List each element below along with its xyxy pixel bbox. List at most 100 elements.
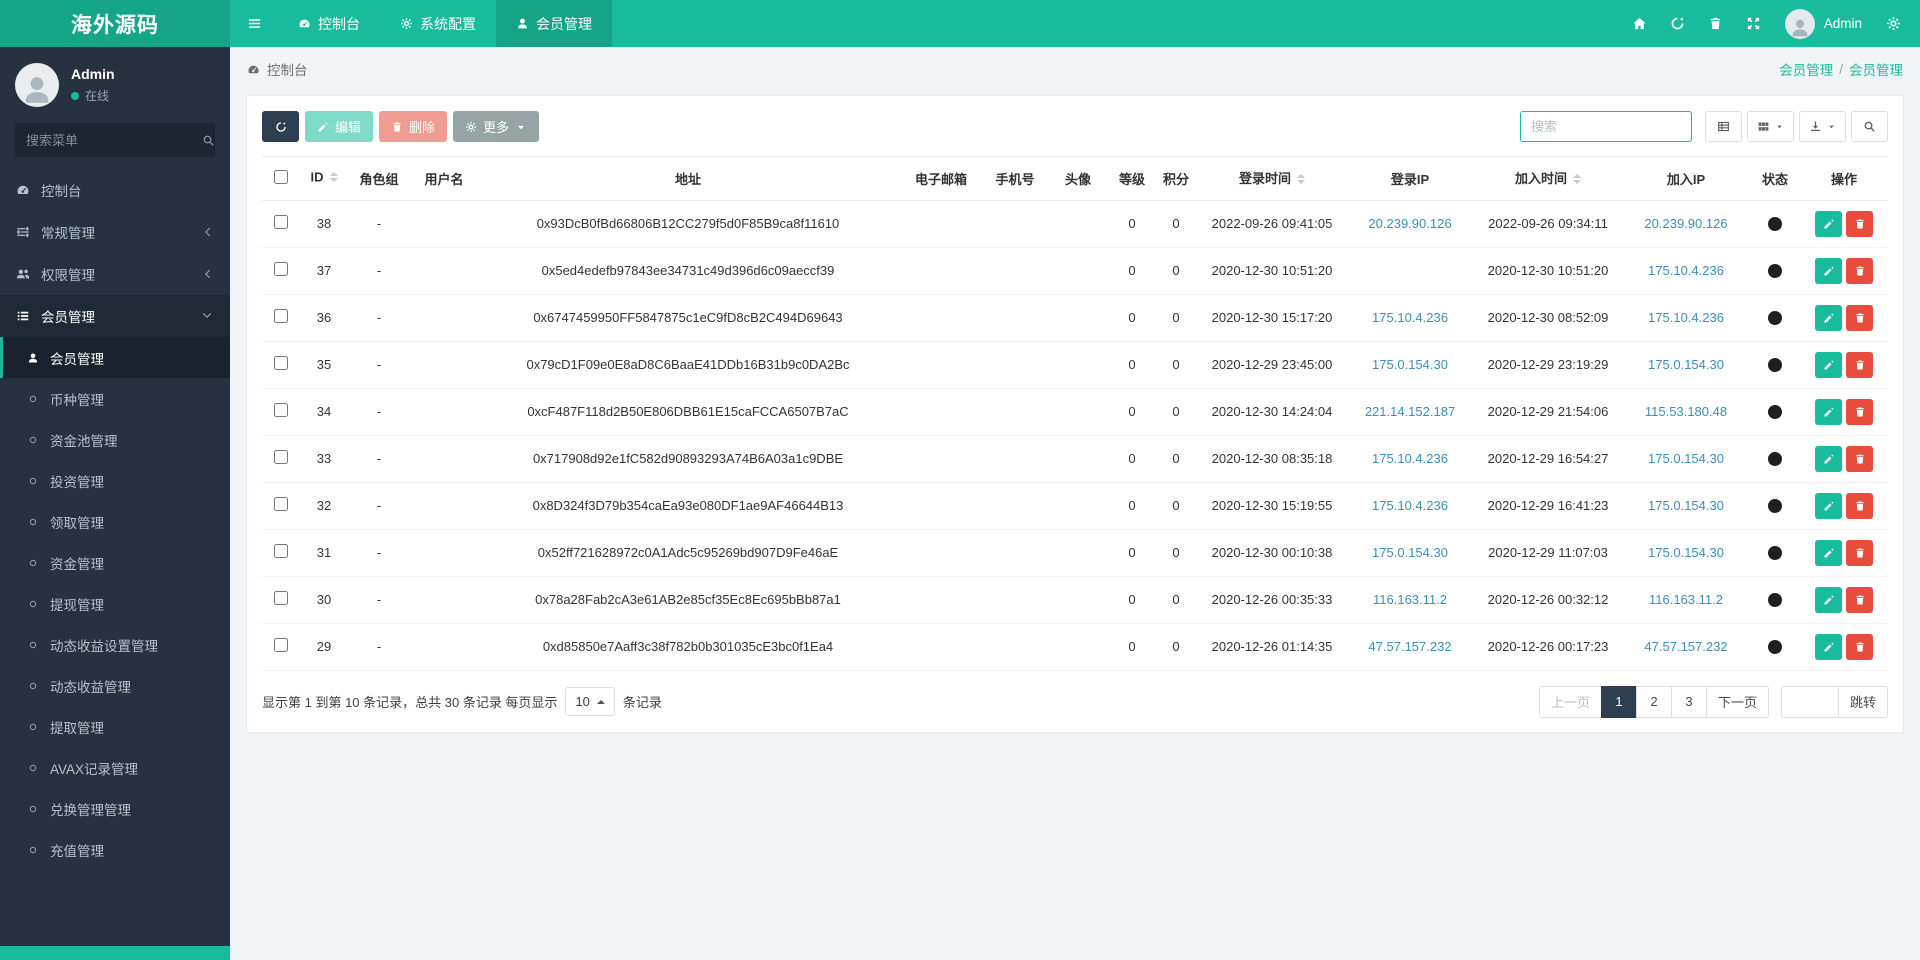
edit-button[interactable]: 编辑 [305, 111, 373, 142]
topnav-item-1[interactable]: 控制台 [278, 0, 380, 47]
column-header-login_time[interactable]: 登录时间 [1198, 157, 1346, 201]
admin-menu[interactable]: Admin [1773, 9, 1874, 39]
topnav-item-2[interactable]: 系统配置 [380, 0, 496, 47]
row-edit-button[interactable] [1815, 493, 1842, 519]
cell-login_ip-link[interactable]: 175.10.4.236 [1372, 498, 1448, 513]
cell-login_ip-link[interactable]: 175.0.154.30 [1372, 545, 1448, 560]
cell-join_ip-link[interactable]: 116.163.11.2 [1649, 592, 1723, 607]
sidebar-subitem-8[interactable]: 动态收益设置管理 [0, 624, 230, 665]
column-header-level[interactable]: 等级 [1110, 157, 1154, 201]
cell-login_ip-link[interactable]: 175.0.154.30 [1372, 357, 1448, 372]
nav-home-button[interactable] [1621, 0, 1659, 47]
refresh-button[interactable] [262, 111, 299, 142]
status-toggle[interactable] [1768, 405, 1782, 419]
row-delete-button[interactable] [1846, 305, 1873, 331]
row-delete-button[interactable] [1846, 493, 1873, 519]
row-checkbox[interactable] [274, 262, 288, 276]
status-toggle[interactable] [1768, 217, 1782, 231]
status-toggle[interactable] [1768, 546, 1782, 560]
column-header-phone[interactable]: 手机号 [984, 157, 1046, 201]
delete-button[interactable]: 删除 [379, 111, 447, 142]
row-edit-button[interactable] [1815, 211, 1842, 237]
cell-join_ip-link[interactable]: 47.57.157.232 [1644, 639, 1727, 654]
pagination-page-3[interactable]: 3 [1671, 686, 1707, 718]
row-delete-button[interactable] [1846, 540, 1873, 566]
cell-login_ip-link[interactable]: 116.163.11.2 [1373, 592, 1447, 607]
cell-join_ip-link[interactable]: 175.10.4.236 [1648, 263, 1724, 278]
page-size-select[interactable]: 10 [565, 687, 614, 716]
status-toggle[interactable] [1768, 593, 1782, 607]
row-checkbox[interactable] [274, 544, 288, 558]
table-row[interactable]: 31-0x52ff721628972c0A1Adc5c95269bd907D9F… [262, 529, 1888, 576]
column-header-username[interactable]: 用户名 [410, 157, 478, 201]
toggle-view-button[interactable] [1705, 111, 1742, 142]
column-header-login_ip[interactable]: 登录IP [1346, 157, 1474, 201]
table-row[interactable]: 30-0x78a28Fab2cA3e61AB2e85cf35Ec8Ec695bB… [262, 576, 1888, 623]
sidebar-subitem-3[interactable]: 资金池管理 [0, 419, 230, 460]
table-row[interactable]: 33-0x717908d92e1fC582d90893293A74B6A03a1… [262, 435, 1888, 482]
pagination-page-2[interactable]: 2 [1636, 686, 1672, 718]
cell-login_ip-link[interactable]: 175.10.4.236 [1372, 310, 1448, 325]
column-header-role[interactable]: 角色组 [348, 157, 410, 201]
column-header-email[interactable]: 电子邮箱 [898, 157, 984, 201]
topnav-item-3[interactable]: 会员管理 [496, 0, 612, 47]
row-checkbox[interactable] [274, 403, 288, 417]
row-checkbox[interactable] [274, 497, 288, 511]
row-checkbox[interactable] [274, 450, 288, 464]
row-edit-button[interactable] [1815, 587, 1842, 613]
column-header-ops[interactable]: 操作 [1800, 157, 1888, 201]
cell-join_ip-link[interactable]: 115.53.180.48 [1645, 404, 1727, 419]
row-checkbox[interactable] [274, 591, 288, 605]
sidebar-item-2[interactable]: 常规管理 [0, 211, 230, 253]
status-toggle[interactable] [1768, 311, 1782, 325]
column-header-join_time[interactable]: 加入时间 [1474, 157, 1622, 201]
export-button[interactable] [1799, 111, 1846, 142]
cell-join_ip-link[interactable]: 175.0.154.30 [1648, 545, 1724, 560]
cell-join_ip-link[interactable]: 20.239.90.126 [1644, 216, 1727, 231]
table-row[interactable]: 32-0x8D324f3D79b354caEa93e080DF1ae9AF466… [262, 482, 1888, 529]
row-edit-button[interactable] [1815, 352, 1842, 378]
status-toggle[interactable] [1768, 264, 1782, 278]
settings-button[interactable] [1874, 0, 1912, 47]
status-toggle[interactable] [1768, 499, 1782, 513]
select-all-checkbox[interactable] [274, 170, 288, 184]
pagination-prev[interactable]: 上一页 [1539, 686, 1602, 718]
sidebar-subitem-5[interactable]: 领取管理 [0, 501, 230, 542]
column-header-status[interactable]: 状态 [1750, 157, 1800, 201]
sidebar-subitem-11[interactable]: AVAX记录管理 [0, 747, 230, 788]
search-icon[interactable] [202, 134, 215, 147]
row-checkbox[interactable] [274, 638, 288, 652]
pagination-next[interactable]: 下一页 [1706, 686, 1769, 718]
table-row[interactable]: 29-0xd85850e7Aaff3c38f782b0b301035cE3bc0… [262, 623, 1888, 670]
column-header-address[interactable]: 地址 [478, 157, 898, 201]
sidebar-subitem-2[interactable]: 币种管理 [0, 378, 230, 419]
column-header-id[interactable]: ID [300, 157, 348, 201]
row-checkbox[interactable] [274, 215, 288, 229]
pagination-page-1[interactable]: 1 [1601, 686, 1637, 718]
status-toggle[interactable] [1768, 358, 1782, 372]
brand-logo[interactable]: 海外源码 [0, 0, 230, 47]
status-toggle[interactable] [1768, 640, 1782, 654]
sidebar-subitem-12[interactable]: 兑换管理管理 [0, 788, 230, 829]
table-row[interactable]: 35-0x79cD1F09e0E8aD8C6BaaE41DDb16B31b9c0… [262, 341, 1888, 388]
page-jump-button[interactable]: 跳转 [1839, 686, 1888, 718]
column-header-join_ip[interactable]: 加入IP [1622, 157, 1750, 201]
sidebar-subitem-6[interactable]: 资金管理 [0, 542, 230, 583]
cell-join_ip-link[interactable]: 175.0.154.30 [1648, 357, 1724, 372]
row-delete-button[interactable] [1846, 399, 1873, 425]
row-delete-button[interactable] [1846, 587, 1873, 613]
row-delete-button[interactable] [1846, 446, 1873, 472]
column-header-avatar[interactable]: 头像 [1046, 157, 1110, 201]
cell-login_ip-link[interactable]: 221.14.152.187 [1365, 404, 1455, 419]
status-toggle[interactable] [1768, 452, 1782, 466]
sidebar-item-4[interactable]: 会员管理 [0, 295, 230, 337]
row-delete-button[interactable] [1846, 258, 1873, 284]
sidebar-subitem-10[interactable]: 提取管理 [0, 706, 230, 747]
columns-button[interactable] [1747, 111, 1794, 142]
row-edit-button[interactable] [1815, 305, 1842, 331]
sidebar-toggle-button[interactable] [230, 0, 278, 47]
sidebar-collapse-bar[interactable] [0, 946, 230, 960]
row-checkbox[interactable] [274, 309, 288, 323]
advanced-search-button[interactable] [1851, 111, 1888, 142]
table-row[interactable]: 37-0x5ed4edefb97843ee34731c49d396d6c09ae… [262, 247, 1888, 294]
